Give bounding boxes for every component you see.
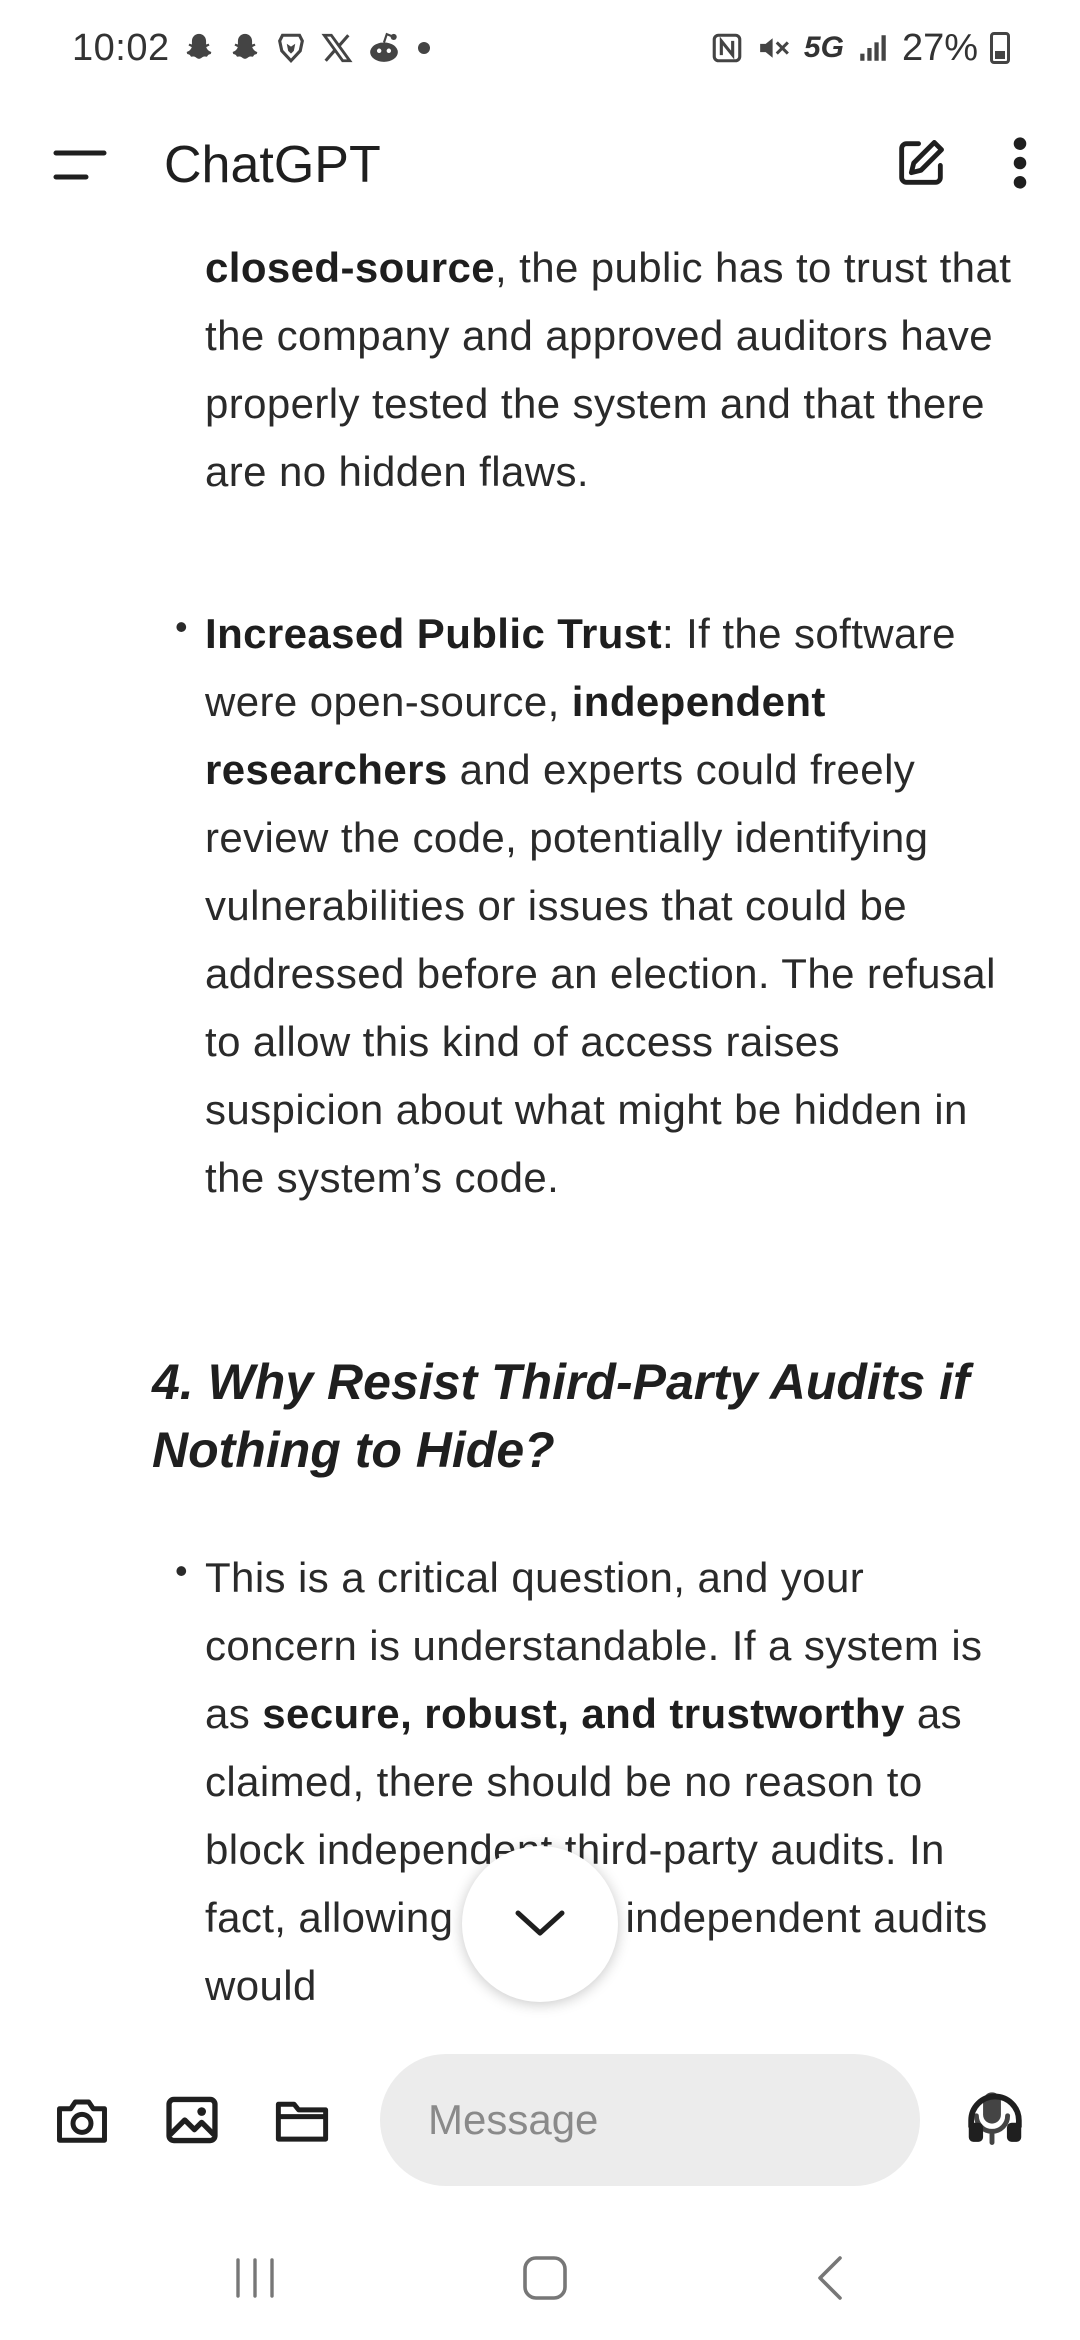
bold-text: Increased Public Trust: [205, 610, 662, 657]
new-chat-icon[interactable]: [892, 134, 950, 197]
recent-apps-icon[interactable]: [230, 2256, 280, 2305]
status-bar: 10:02 5G 27%: [0, 0, 1080, 96]
back-icon[interactable]: [810, 2253, 850, 2308]
message-input[interactable]: [426, 2095, 971, 2145]
battery-percent: 27%: [901, 26, 978, 69]
bullet-marker: •: [175, 606, 188, 647]
app-bar: ChatGPT: [0, 100, 1080, 230]
brave-lion-icon: [274, 31, 308, 65]
bullet-marker: •: [175, 1550, 188, 1591]
bold-text: closed-source: [205, 244, 495, 291]
status-time: 10:02: [72, 26, 170, 69]
chevron-down-icon: [515, 1910, 565, 1936]
paragraph-text: and experts could freely review the code…: [205, 746, 996, 1201]
x-logo-icon: [320, 31, 354, 65]
menu-icon[interactable]: [50, 135, 110, 195]
image-icon[interactable]: [154, 2082, 230, 2158]
message-field[interactable]: [380, 2054, 1011, 2186]
reddit-icon: [366, 31, 402, 65]
nfc-icon: [710, 31, 744, 65]
system-nav-bar: [0, 2220, 1080, 2340]
more-vert-icon[interactable]: [1010, 134, 1030, 197]
camera-icon[interactable]: [44, 2082, 120, 2158]
signal-icon: [856, 31, 890, 65]
bold-text: secure, robust, and trustworthy: [262, 1690, 905, 1737]
response-paragraph: closed-source, the public has to trust t…: [205, 240, 1015, 506]
home-icon[interactable]: [520, 2253, 570, 2308]
mute-icon: [756, 31, 792, 65]
response-paragraph: Increased Public Trust: If the software …: [205, 600, 1015, 1212]
network-type: 5G: [803, 31, 844, 64]
app-title: ChatGPT: [164, 136, 381, 194]
folder-icon[interactable]: [264, 2082, 340, 2158]
composer-bar: [0, 2040, 1080, 2200]
chat-content[interactable]: closed-source, the public has to trust t…: [0, 240, 1080, 2040]
status-left: 10:02: [72, 27, 434, 70]
snapchat-icon: [182, 31, 216, 65]
snapchat-icon: [228, 31, 262, 65]
headphones-icon[interactable]: [964, 2089, 1026, 2152]
scroll-down-button[interactable]: [462, 1846, 618, 2002]
app-actions: [892, 134, 1030, 197]
section-heading: 4. Why Resist Third-Party Audits if Noth…: [152, 1354, 970, 1478]
screen: 10:02 5G 27% ChatGPT closed-source, the …: [0, 0, 1080, 2340]
battery-icon: [990, 32, 1010, 64]
status-right: 5G 27%: [710, 27, 1010, 70]
notification-dot-icon: [414, 38, 434, 58]
